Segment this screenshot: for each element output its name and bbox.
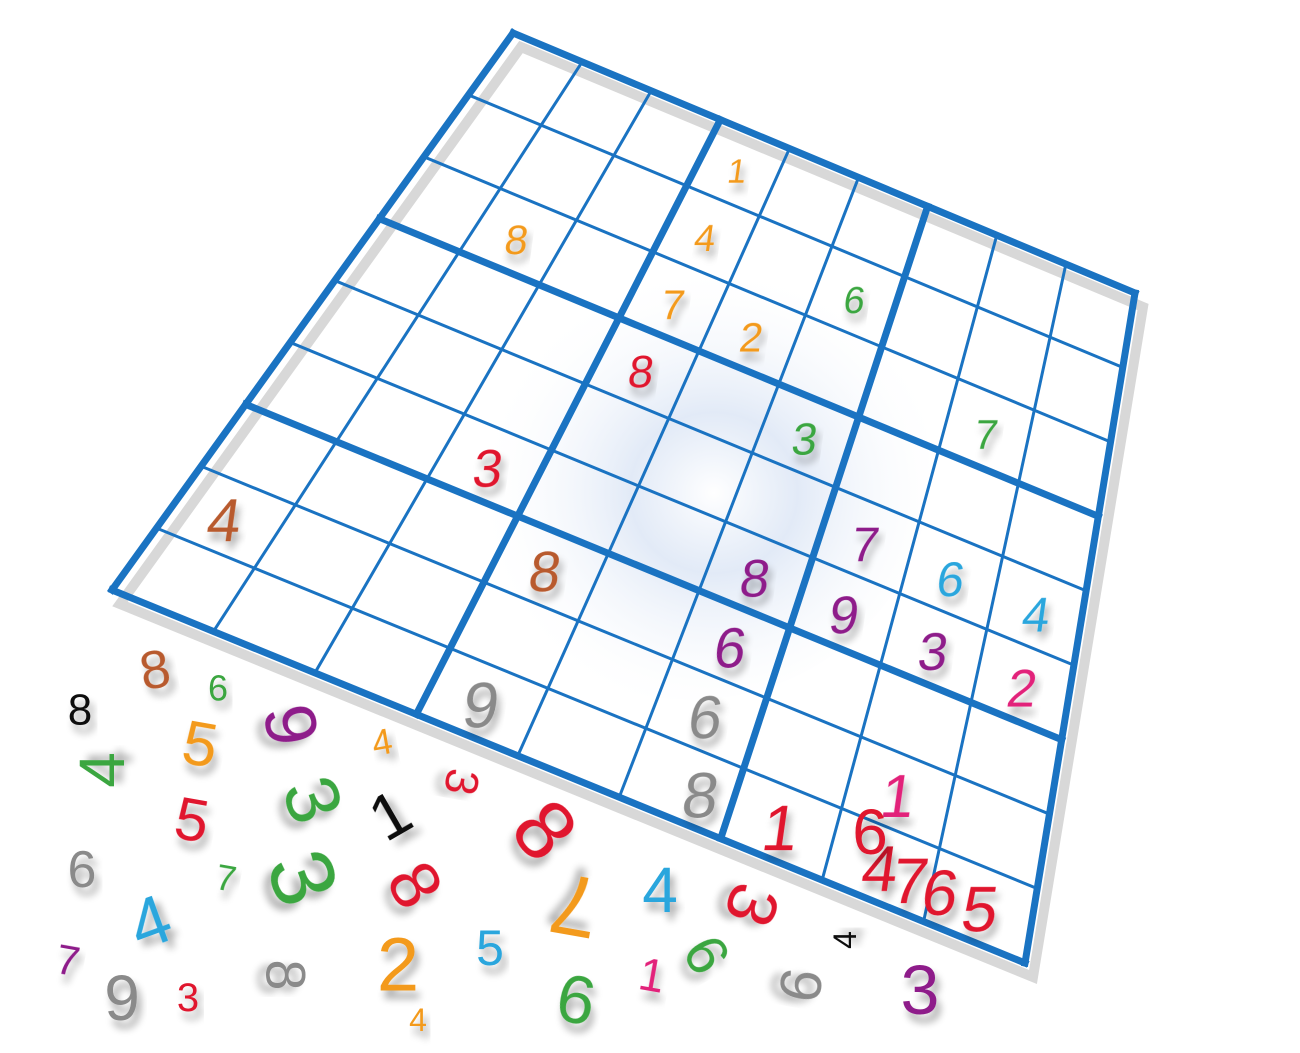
scattered-digit: 6 (670, 925, 742, 985)
grid-digit: 8 (502, 216, 532, 263)
grid-digit: 1 (757, 792, 803, 864)
grid-row-line (508, 28, 1140, 298)
scattered-digit: 7 (213, 856, 240, 900)
scattered-digit: 6 (852, 796, 888, 868)
grid-digit: 5 (957, 874, 1003, 946)
scattered-digit: 3 (901, 951, 940, 1029)
grid-digit: 9 (458, 670, 504, 742)
scattered-digit: 4 (118, 879, 181, 966)
scattered-digit: 4 (642, 854, 678, 926)
scattered-digit: 6 (68, 841, 97, 899)
scattered-digit: 5 (177, 708, 223, 782)
scattered-digit: 6 (551, 959, 601, 1040)
scattered-digit: 8 (255, 959, 318, 990)
scattered-digit: 9 (247, 698, 333, 751)
scattered-digit: 1 (357, 775, 424, 855)
grid-digit: 6 (933, 552, 968, 607)
scattered-digit: 3 (177, 976, 199, 1020)
grid-digit: 4 (203, 486, 246, 554)
scattered-digit: 8 (135, 638, 175, 702)
grid-digit: 3 (914, 623, 952, 682)
scattered-digit: 8 (371, 849, 458, 922)
scattered-digit: 2 (377, 923, 419, 1008)
scattered-digit: 7 (52, 935, 83, 985)
grid-col-line (107, 28, 518, 595)
scattered-digit: 5 (476, 920, 504, 976)
scattered-digit: 4 (66, 752, 138, 788)
scattered-digit: 7 (543, 854, 607, 957)
grid-digit: 2 (1003, 660, 1041, 719)
grid-digit: 4 (1019, 588, 1054, 643)
scattered-digit: 8 (68, 686, 92, 735)
scattered-digit: 1 (635, 947, 669, 1003)
sudoku-board: 14687278347638932864619145786 88 65 94435 3… (52, 28, 1149, 1041)
grid-digit: 8 (678, 760, 724, 832)
scattered-digit: 4 (369, 720, 396, 764)
scattered-digit: 6 (208, 668, 228, 709)
scattered-digit: 9 (104, 962, 140, 1034)
scattered-digit: 4 (409, 1002, 427, 1038)
scattered-digit: 3 (246, 837, 357, 918)
scattered-digit: 3 (265, 766, 359, 835)
grid-digit: 7 (971, 411, 1001, 458)
scattered-digit: 4 (827, 931, 863, 949)
sudoku-scene: 14687278347638932864619145786 8865944353… (0, 0, 1300, 1053)
scattered-digit: 5 (170, 784, 215, 856)
grid-digit: 1 (725, 153, 749, 191)
scattered-digit: 9 (765, 963, 835, 1006)
scattered-digit: 3 (434, 765, 490, 799)
